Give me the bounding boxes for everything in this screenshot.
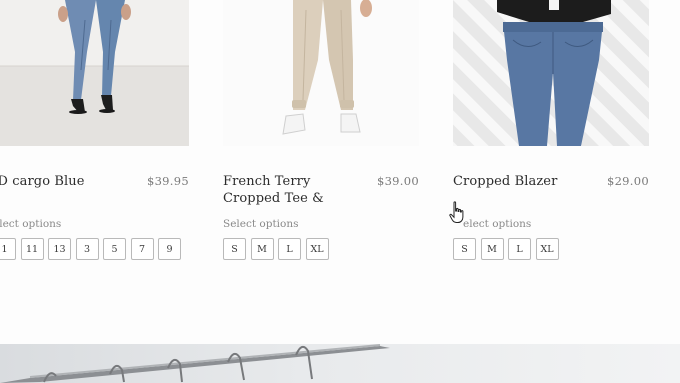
- product-price: $29.00: [606, 174, 649, 188]
- size-option-m[interactable]: M: [480, 238, 504, 260]
- clothing-rack-banner: [0, 344, 680, 383]
- size-option-9[interactable]: 9: [158, 238, 181, 260]
- size-option-1[interactable]: 1: [0, 238, 16, 260]
- product-card: French Terry Cropped Tee & $39.00 Select…: [223, 0, 419, 260]
- product-title-row: -D cargo Blue $39.95: [0, 173, 189, 213]
- product-title[interactable]: -D cargo Blue: [0, 173, 113, 190]
- select-options-link[interactable]: elect options: [0, 218, 189, 230]
- size-option-s[interactable]: S: [223, 238, 246, 260]
- size-option-m[interactable]: M: [250, 238, 274, 260]
- size-options: S M L XL: [223, 238, 419, 260]
- product-price: $39.95: [146, 174, 189, 188]
- product-title-row: French Terry Cropped Tee & $39.00: [223, 173, 419, 213]
- size-option-xl[interactable]: XL: [535, 238, 559, 260]
- size-option-l[interactable]: L: [508, 238, 531, 260]
- size-option-13[interactable]: 13: [48, 238, 71, 260]
- size-options: S M L XL: [453, 238, 649, 260]
- product-image[interactable]: [453, 0, 649, 146]
- size-option-5[interactable]: 5: [103, 238, 126, 260]
- size-option-xl[interactable]: XL: [305, 238, 329, 260]
- size-options: 1 11 13 3 5 7 9: [0, 238, 189, 260]
- size-option-11[interactable]: 11: [20, 238, 44, 260]
- product-title[interactable]: Cropped Blazer: [453, 173, 573, 190]
- size-option-3[interactable]: 3: [75, 238, 99, 260]
- product-card: -D cargo Blue $39.95 elect options 1 11 …: [0, 0, 189, 260]
- size-option-s[interactable]: S: [453, 238, 476, 260]
- product-price: $39.00: [376, 174, 419, 188]
- product-image[interactable]: [223, 0, 419, 146]
- product-image[interactable]: [0, 0, 189, 146]
- select-options-link[interactable]: elect options: [453, 218, 649, 230]
- product-title-row: Cropped Blazer $29.00: [453, 173, 649, 213]
- size-option-l[interactable]: L: [278, 238, 301, 260]
- product-card: Cropped Blazer $29.00 elect options S M …: [453, 0, 649, 260]
- product-grid-page: -D cargo Blue $39.95 elect options 1 11 …: [0, 0, 680, 383]
- size-option-7[interactable]: 7: [130, 238, 154, 260]
- product-title[interactable]: French Terry Cropped Tee &: [223, 173, 343, 207]
- select-options-link[interactable]: Select options: [223, 218, 419, 230]
- hand-cursor-icon: [449, 201, 465, 229]
